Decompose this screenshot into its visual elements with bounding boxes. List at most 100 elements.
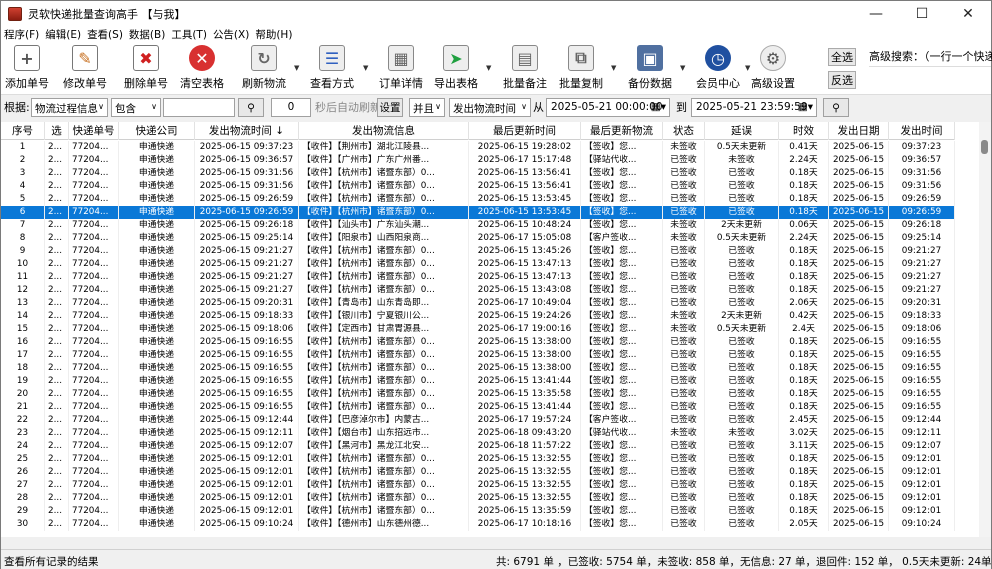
refresh-logistics-button[interactable]: ↻ 刷新物流 (242, 45, 286, 91)
view-mode-button[interactable]: ☰ 查看方式 (310, 45, 354, 91)
column-header-col-last-update-info[interactable]: 最后更新物流 (581, 122, 663, 140)
table-row[interactable]: 12 2... 77204... 申通快递 2025-06-15 09:21:27 【收件… (1, 284, 955, 297)
auto-refresh-input[interactable]: 0 (271, 98, 311, 117)
delete-number-button[interactable]: ✖ 删除单号 (124, 45, 168, 91)
table-row[interactable]: 3 2... 77204... 申通快递 2025-06-15 09:31:56 【收件】… (1, 167, 955, 180)
menu-data[interactable]: 数据(B) (129, 27, 165, 42)
batch-note-button[interactable]: ▤ 批量备注 (503, 45, 547, 91)
table-cell-col-index: 8 (1, 232, 45, 245)
column-header-col-tracking-no[interactable]: 快递单号 (69, 122, 119, 140)
vertical-scrollbar[interactable] (979, 122, 991, 537)
contain-select[interactable]: 包含 ∨ (111, 98, 161, 117)
select-all-button[interactable]: 全选 (828, 48, 856, 66)
advanced-settings-button[interactable]: ⚙ 高级设置 (751, 45, 795, 91)
to-datetime-input[interactable]: 2025-05-21 23:59:59 ▦▾ (691, 98, 817, 117)
table-cell-col-send-clock: 09:18:06 (889, 323, 955, 336)
column-header-col-status[interactable]: 状态 (663, 122, 705, 140)
column-header-col-send-clock[interactable]: 发出时间 (889, 122, 955, 140)
table-cell-col-send-clock: 09:16:55 (889, 349, 955, 362)
chevron-down-icon[interactable]: ▼ (294, 64, 299, 72)
clock-icon: ◷ (705, 45, 731, 71)
maximize-icon[interactable]: ☐ (899, 1, 945, 26)
table-row[interactable]: 10 2... 77204... 申通快递 2025-06-15 09:21:27 【收件… (1, 258, 955, 271)
table-row[interactable]: 27 2... 77204... 申通快递 2025-06-15 09:12:01 【收件… (1, 479, 955, 492)
table-row[interactable]: 1 2... 77204... 申通快递 2025-06-15 09:37:23 【收件】… (1, 141, 955, 154)
minimize-icon[interactable]: — (853, 1, 899, 26)
column-header-col-duration[interactable]: 时效 (779, 122, 829, 140)
column-header-col-company[interactable]: 快递公司 (119, 122, 195, 140)
from-datetime-input[interactable]: 2025-05-21 00:00:00 ▦▾ (546, 98, 670, 117)
basis-select[interactable]: 物流过程信息 ∨ (31, 98, 108, 117)
date-search-button[interactable]: ⚲ (823, 98, 849, 117)
batch-copy-button[interactable]: ⧉ 批量复制 (559, 45, 603, 91)
backup-data-button[interactable]: ▣ 备份数据 (628, 45, 672, 91)
table-row[interactable]: 2 2... 77204... 申通快递 2025-06-15 09:36:57 【收件】… (1, 154, 955, 167)
edit-number-button[interactable]: ✎ 修改单号 (63, 45, 107, 91)
column-header-col-select[interactable]: 选 (45, 122, 69, 140)
and-select[interactable]: 并且 ∨ (409, 98, 445, 117)
column-header-col-send-info[interactable]: 发出物流信息 (299, 122, 469, 140)
table-cell-col-duration: 0.18天 (779, 180, 829, 193)
table-row[interactable]: 9 2... 77204... 申通快递 2025-06-15 09:21:27 【收件】… (1, 245, 955, 258)
clear-table-button[interactable]: ✕ 清空表格 (180, 45, 224, 91)
column-header-col-send-date[interactable]: 发出日期 (829, 122, 889, 140)
chevron-down-icon[interactable]: ▼ (745, 64, 750, 72)
menu-edit[interactable]: 编辑(E) (45, 27, 81, 42)
table-row[interactable]: 28 2... 77204... 申通快递 2025-06-15 09:12:01 【收件… (1, 492, 955, 505)
table-row[interactable]: 6 2... 77204... 申通快递 2025-06-15 09:26:59 【收件】… (1, 206, 955, 219)
table-row[interactable]: 25 2... 77204... 申通快递 2025-06-15 09:12:01 【收件… (1, 453, 955, 466)
table-row[interactable]: 29 2... 77204... 申通快递 2025-06-15 09:12:01 【收件… (1, 505, 955, 518)
table-row[interactable]: 22 2... 77204... 申通快递 2025-06-15 09:12:44 【收件… (1, 414, 955, 427)
table-cell-col-status: 已签收 (663, 518, 705, 531)
invert-selection-button[interactable]: 反选 (828, 71, 856, 89)
column-header-col-delay[interactable]: 延误 (705, 122, 779, 140)
table-row[interactable]: 7 2... 77204... 申通快递 2025-06-15 09:26:18 【收件】… (1, 219, 955, 232)
search-input[interactable] (163, 98, 235, 117)
chevron-down-icon[interactable]: ▼ (363, 64, 368, 72)
table-row[interactable]: 17 2... 77204... 申通快递 2025-06-15 09:16:55 【收件… (1, 349, 955, 362)
table-row[interactable]: 15 2... 77204... 申通快递 2025-06-15 09:18:06 【收件… (1, 323, 955, 336)
table-row[interactable]: 21 2... 77204... 申通快递 2025-06-15 09:16:55 【收件… (1, 401, 955, 414)
table-cell-col-tracking-no: 77204... (69, 167, 119, 180)
settings-button[interactable]: 设置 (377, 98, 403, 117)
chevron-down-icon[interactable]: ▼ (680, 64, 685, 72)
table-cell-col-delay: 未签收 (705, 154, 779, 167)
table-row[interactable]: 4 2... 77204... 申通快递 2025-06-15 09:31:56 【收件】… (1, 180, 955, 193)
column-header-col-last-update-time[interactable]: 最后更新时间 (469, 122, 581, 140)
export-table-button[interactable]: ➤ 导出表格 (434, 45, 478, 91)
close-icon[interactable]: ✕ (945, 1, 991, 26)
search-button[interactable]: ⚲ (238, 98, 264, 117)
table-cell-col-send-date: 2025-06-15 (829, 349, 889, 362)
table-row[interactable]: 13 2... 77204... 申通快递 2025-06-15 09:20:31 【收件… (1, 297, 955, 310)
chevron-down-icon[interactable]: ▼ (486, 64, 491, 72)
order-detail-button[interactable]: ▦ 订单详情 (379, 45, 423, 91)
time-field-select[interactable]: 发出物流时间 ∨ (449, 98, 531, 117)
advanced-search-input[interactable] (869, 66, 991, 92)
table-row[interactable]: 11 2... 77204... 申通快递 2025-06-15 09:21:27 【收件… (1, 271, 955, 284)
table-row[interactable]: 8 2... 77204... 申通快递 2025-06-15 09:25:14 【收件】… (1, 232, 955, 245)
table-row[interactable]: 14 2... 77204... 申通快递 2025-06-15 09:18:33 【收件… (1, 310, 955, 323)
column-header-col-send-time[interactable]: 发出物流时间 ↓ (195, 122, 299, 140)
table-row[interactable]: 19 2... 77204... 申通快递 2025-06-15 09:16:55 【收件… (1, 375, 955, 388)
table-row[interactable]: 16 2... 77204... 申通快递 2025-06-15 09:16:55 【收件… (1, 336, 955, 349)
menu-notice[interactable]: 公告(X) (213, 27, 249, 42)
table-row[interactable]: 18 2... 77204... 申通快递 2025-06-15 09:16:55 【收件… (1, 362, 955, 375)
table-row[interactable]: 26 2... 77204... 申通快递 2025-06-15 09:12:01 【收件… (1, 466, 955, 479)
table-row[interactable]: 24 2... 77204... 申通快递 2025-06-15 09:12:07 【收件… (1, 440, 955, 453)
menu-program[interactable]: 程序(F) (4, 27, 39, 42)
table-row[interactable]: 5 2... 77204... 申通快递 2025-06-15 09:26:59 【收件】… (1, 193, 955, 206)
table-row[interactable]: 20 2... 77204... 申通快递 2025-06-15 09:16:55 【收件… (1, 388, 955, 401)
table-cell-col-send-time: 2025-06-15 09:21:27 (195, 271, 299, 284)
scrollbar-thumb[interactable] (981, 140, 988, 154)
table-cell-col-status: 已签收 (663, 479, 705, 492)
chevron-down-icon[interactable]: ▼ (611, 64, 616, 72)
menu-view[interactable]: 查看(S) (87, 27, 123, 42)
menu-tools[interactable]: 工具(T) (171, 27, 207, 42)
table-cell-col-index: 22 (1, 414, 45, 427)
column-header-col-index[interactable]: 序号 (1, 122, 45, 140)
table-row[interactable]: 23 2... 77204... 申通快递 2025-06-15 09:12:11 【收件… (1, 427, 955, 440)
add-number-button[interactable]: + 添加单号 (5, 45, 49, 91)
table-row[interactable]: 30 2... 77204... 申通快递 2025-06-15 09:10:24 【收件… (1, 518, 955, 531)
member-center-button[interactable]: ◷ 会员中心 (696, 45, 740, 91)
menu-help[interactable]: 帮助(H) (255, 27, 292, 42)
